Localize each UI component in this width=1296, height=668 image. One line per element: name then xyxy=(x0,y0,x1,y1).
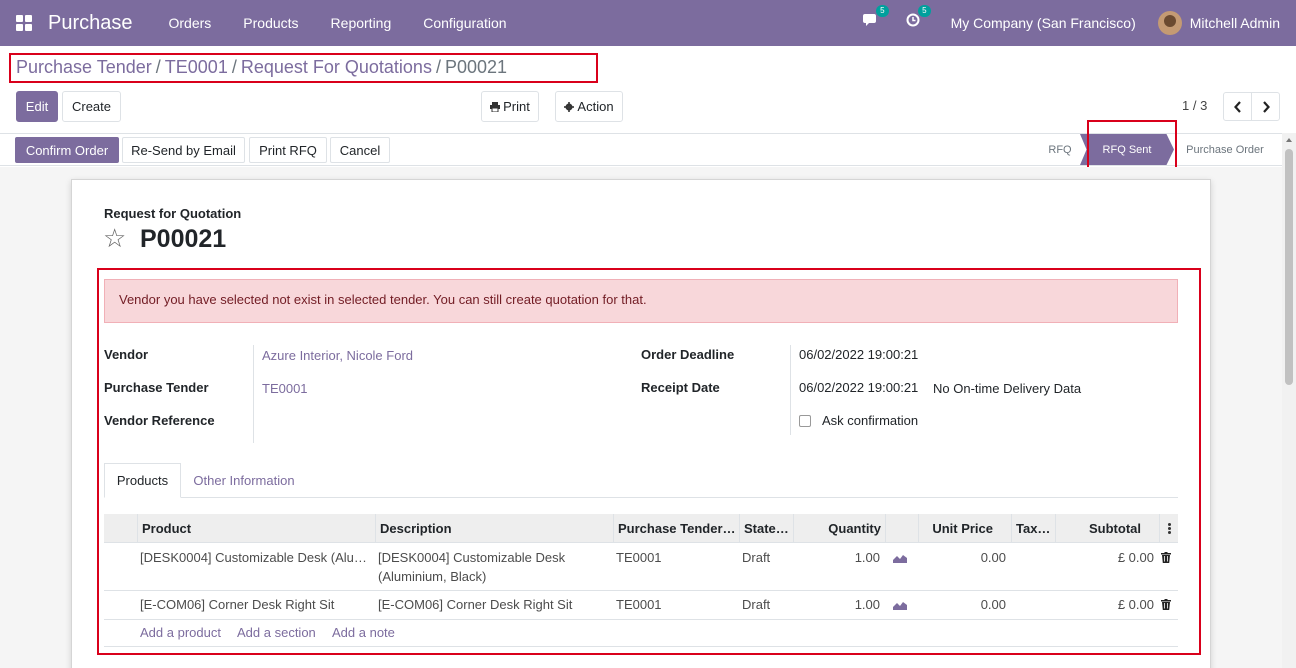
menu-products[interactable]: Products xyxy=(227,15,314,31)
breadcrumb-highlight-box xyxy=(9,53,598,83)
optional-columns-icon[interactable] xyxy=(1159,514,1178,543)
receipt-date-label: Receipt Date xyxy=(641,380,720,395)
tab-other-information[interactable]: Other Information xyxy=(184,463,304,498)
resend-email-button[interactable]: Re-Send by Email xyxy=(122,137,245,163)
menu-configuration[interactable]: Configuration xyxy=(407,15,522,31)
column-description[interactable]: Description xyxy=(375,514,613,543)
row-divider xyxy=(104,590,1178,591)
row1-state: Draft xyxy=(742,550,771,565)
row2-description[interactable]: [E-COM06] Corner Desk Right Sit xyxy=(378,597,572,612)
activities-clock-icon[interactable]: 5 xyxy=(903,5,931,33)
row1-unit-price[interactable]: 0.00 xyxy=(918,550,1006,565)
row1-quantity[interactable]: 1.00 xyxy=(793,550,880,565)
print-button[interactable]: Print xyxy=(481,91,539,122)
ask-confirmation-label: Ask confirmation xyxy=(822,413,919,428)
print-icon xyxy=(490,101,501,112)
user-avatar[interactable] xyxy=(1157,11,1182,35)
delete-line-icon[interactable] xyxy=(1161,552,1171,563)
gear-icon xyxy=(564,101,575,112)
column-subtotal[interactable]: Subtotal xyxy=(1055,514,1159,543)
vendor-field[interactable]: Azure Interior, Nicole Ford xyxy=(262,348,413,363)
order-deadline-label: Order Deadline xyxy=(641,347,735,362)
document-type-label: Request for Quotation xyxy=(104,206,242,221)
row-divider xyxy=(104,646,1178,647)
column-forecast xyxy=(885,514,918,543)
stage-purchase-order[interactable]: Purchase Order xyxy=(1176,134,1274,165)
tab-products[interactable]: Products xyxy=(104,463,181,498)
action-button[interactable]: Action xyxy=(555,91,623,122)
purchase-tender-label: Purchase Tender xyxy=(104,380,209,395)
forecast-chart-icon[interactable] xyxy=(893,553,907,563)
messages-icon[interactable]: 5 xyxy=(861,5,889,33)
field-divider xyxy=(790,345,791,435)
column-taxes[interactable]: Tax… xyxy=(1011,514,1055,543)
document-name: P00021 xyxy=(140,225,227,253)
user-menu[interactable]: Mitchell Admin xyxy=(1190,15,1280,31)
scroll-thumb[interactable] xyxy=(1285,149,1293,385)
row2-unit-price[interactable]: 0.00 xyxy=(918,597,1006,612)
scrollbar[interactable] xyxy=(1282,133,1296,668)
add-product-link[interactable]: Add a product xyxy=(140,625,221,640)
app-name[interactable]: Purchase xyxy=(48,12,133,35)
receipt-date-field[interactable]: 06/02/2022 19:00:21 xyxy=(799,380,918,395)
column-state[interactable]: State… xyxy=(739,514,793,543)
vendor-reference-label: Vendor Reference xyxy=(104,413,215,428)
row-divider xyxy=(104,619,1178,620)
menu-orders[interactable]: Orders xyxy=(153,15,228,31)
chevron-left-icon xyxy=(1233,100,1241,113)
stage-rfq[interactable]: RFQ xyxy=(1040,134,1080,165)
row2-state: Draft xyxy=(742,597,771,612)
apps-menu-icon[interactable] xyxy=(16,15,32,31)
purchase-tender-field[interactable]: TE0001 xyxy=(262,381,308,396)
row2-quantity[interactable]: 1.00 xyxy=(793,597,880,612)
pager-value[interactable]: 1 / 3 xyxy=(1182,98,1207,113)
print-rfq-button[interactable]: Print RFQ xyxy=(249,137,327,163)
row2-subtotal: £ 0.00 xyxy=(1117,597,1154,612)
row1-tender[interactable]: TE0001 xyxy=(616,550,662,565)
chevron-right-icon xyxy=(1262,100,1270,113)
column-product[interactable]: Product xyxy=(137,514,375,543)
row2-product[interactable]: [E-COM06] Corner Desk Right Sit xyxy=(140,597,368,612)
column-purchase-tender[interactable]: Purchase Tender… xyxy=(613,514,739,543)
print-label: Print xyxy=(503,99,530,114)
row2-tender[interactable]: TE0001 xyxy=(616,597,662,612)
messages-badge: 5 xyxy=(876,5,889,17)
cancel-button[interactable]: Cancel xyxy=(330,137,390,163)
activities-badge: 5 xyxy=(918,5,931,17)
star-icon[interactable]: ☆ xyxy=(103,224,126,252)
vendor-label: Vendor xyxy=(104,347,149,362)
column-unit-price[interactable]: Unit Price xyxy=(918,514,1011,543)
menu-reporting[interactable]: Reporting xyxy=(315,15,408,31)
top-navbar: Purchase Orders Products Reporting Confi… xyxy=(0,0,1296,46)
order-lines-header: Product Description Purchase Tender… Sta… xyxy=(104,514,1178,543)
confirm-order-button[interactable]: Confirm Order xyxy=(15,137,119,163)
action-label: Action xyxy=(577,99,614,114)
scroll-up-arrow[interactable] xyxy=(1286,138,1292,142)
row1-subtotal: £ 0.00 xyxy=(1117,550,1154,565)
row1-product[interactable]: [DESK0004] Customizable Desk (Alu… xyxy=(140,550,368,565)
field-divider xyxy=(253,345,254,443)
edit-button[interactable]: Edit xyxy=(16,91,58,122)
order-deadline-field[interactable]: 06/02/2022 19:00:21 xyxy=(799,347,918,362)
add-section-link[interactable]: Add a section xyxy=(237,625,316,640)
row1-description[interactable]: [DESK0004] Customizable Desk (Aluminium,… xyxy=(378,548,606,586)
column-quantity[interactable]: Quantity xyxy=(793,514,885,543)
pager-next-button[interactable] xyxy=(1251,92,1280,121)
vendor-warning-alert: Vendor you have selected not exist in se… xyxy=(104,279,1178,323)
delete-line-icon[interactable] xyxy=(1161,599,1171,610)
ask-confirmation-checkbox[interactable] xyxy=(799,415,811,427)
add-note-link[interactable]: Add a note xyxy=(332,625,395,640)
company-switcher[interactable]: My Company (San Francisco) xyxy=(951,15,1136,31)
forecast-chart-icon[interactable] xyxy=(893,600,907,610)
create-button[interactable]: Create xyxy=(62,91,121,122)
pager-previous-button[interactable] xyxy=(1223,92,1252,121)
ontime-delivery-text: No On-time Delivery Data xyxy=(933,381,1082,396)
